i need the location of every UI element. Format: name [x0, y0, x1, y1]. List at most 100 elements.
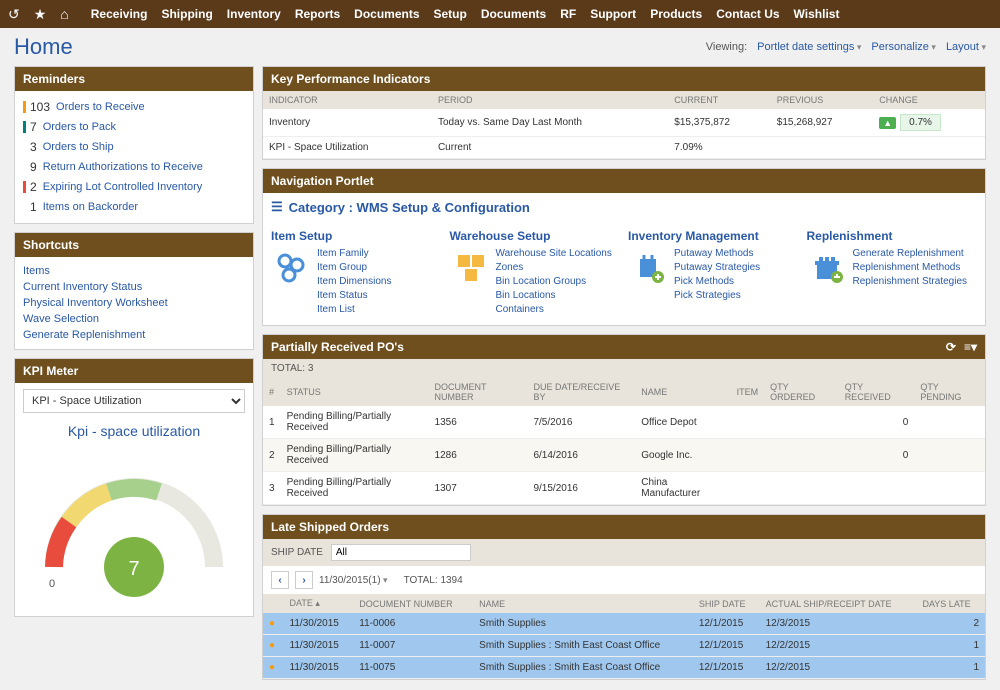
nav-link[interactable]: Pick Strategies	[674, 289, 760, 303]
refresh-icon[interactable]: ⟳	[946, 340, 956, 354]
nav-link[interactable]: Item Dimensions	[317, 275, 391, 289]
reminder-link[interactable]: Orders to Ship	[43, 141, 114, 153]
reminders-header: Reminders	[15, 67, 253, 91]
nav-link[interactable]: Warehouse Site Locations	[496, 247, 612, 261]
nav-link[interactable]: Bin Locations	[496, 289, 612, 303]
nav-link[interactable]: Bin Location Groups	[496, 275, 612, 289]
nav-link[interactable]: Generate Replenishment	[853, 247, 968, 261]
nav-link[interactable]: Item Status	[317, 289, 391, 303]
nav-col-icon	[807, 247, 847, 287]
nav-link[interactable]: Pick Methods	[674, 275, 760, 289]
home-icon[interactable]: ⌂	[60, 6, 68, 22]
nav-setup[interactable]: Setup	[434, 7, 467, 21]
ship-date-input[interactable]	[331, 544, 471, 561]
nav-link[interactable]: Putaway Strategies	[674, 261, 760, 275]
table-row[interactable]: 2Pending Billing/Partially Received12866…	[263, 439, 985, 472]
personalize-link[interactable]: Personalize	[871, 41, 936, 53]
nav-link[interactable]: Zones	[496, 261, 612, 275]
nav-shipping[interactable]: Shipping	[161, 7, 212, 21]
nav-col-head[interactable]: Warehouse Setup	[450, 229, 621, 243]
nav-col-head[interactable]: Replenishment	[807, 229, 978, 243]
nav-col: Warehouse Setup Warehouse Site LocationsZ…	[450, 229, 621, 317]
reminder-item[interactable]: 103Orders to Receive	[23, 97, 245, 117]
nav-documents[interactable]: Documents	[354, 7, 419, 21]
nav-link[interactable]: Replenishment Methods	[853, 261, 968, 275]
reminder-bar	[23, 201, 26, 213]
nav-products[interactable]: Products	[650, 7, 702, 21]
topbar-nav: Receiving Shipping Inventory Reports Documen…	[91, 7, 840, 21]
table-row[interactable]: 3Pending Billing/Partially Received13079…	[263, 472, 985, 505]
shortcuts-panel: Shortcuts ItemsCurrent Inventory StatusP…	[14, 232, 254, 350]
nav-portlet-header: Navigation Portlet	[263, 169, 985, 193]
nav-col-icon	[450, 247, 490, 287]
arrow-up-icon: ▲	[879, 117, 896, 129]
svg-text:0: 0	[49, 578, 55, 590]
table-row[interactable]: ●11/30/201511-0075Smith Supplies : Smith…	[263, 657, 985, 679]
page-header: Home Viewing: Portlet date settings Pers…	[0, 28, 1000, 66]
gauge: Kpi - space utilization 7 0	[23, 413, 245, 610]
warning-icon: ●	[269, 618, 275, 629]
shortcut-link[interactable]: Wave Selection	[23, 311, 245, 327]
portlet-date-settings-link[interactable]: Portlet date settings	[757, 41, 861, 53]
nav-contact-us[interactable]: Contact Us	[716, 7, 779, 21]
table-row[interactable]: ●11/30/201511-0006Smith Supplies12/1/201…	[263, 613, 985, 635]
viewing-label: Viewing:	[706, 41, 747, 53]
shortcut-link[interactable]: Current Inventory Status	[23, 279, 245, 295]
nav-col-icon	[628, 247, 668, 287]
late-panel: Late Shipped Orders SHIP DATE ‹ › 11/30/…	[262, 514, 986, 680]
shortcut-link[interactable]: Physical Inventory Worksheet	[23, 295, 245, 311]
warning-icon: ●	[269, 662, 275, 673]
pager-prev[interactable]: ‹	[271, 571, 289, 589]
reminder-bar	[23, 181, 26, 193]
nav-documents[interactable]: Documents	[481, 7, 546, 21]
nav-rf[interactable]: RF	[560, 7, 576, 21]
shortcut-link[interactable]: Items	[23, 263, 245, 279]
table-row[interactable]: 1Pending Billing/Partially Received13567…	[263, 406, 985, 439]
reminder-item[interactable]: 7Orders to Pack	[23, 117, 245, 137]
nav-col-head[interactable]: Inventory Management	[628, 229, 799, 243]
kpi-meter-panel: KPI Meter KPI - Space Utilization Kpi - …	[14, 358, 254, 617]
warning-icon: ●	[269, 640, 275, 651]
nav-receiving[interactable]: Receiving	[91, 7, 148, 21]
layout-link[interactable]: Layout	[946, 41, 986, 53]
kpi-select[interactable]: KPI - Space Utilization	[23, 389, 245, 413]
reminder-link[interactable]: Orders to Pack	[43, 121, 116, 133]
nav-category[interactable]: ☰ Category : WMS Setup & Configuration	[263, 193, 985, 221]
kpi-row[interactable]: KPI - Space UtilizationCurrent7.09%	[263, 137, 985, 159]
kpi-table: INDICATORPERIODCURRENTPREVIOUSCHANGEInve…	[263, 91, 985, 159]
nav-link[interactable]: Containers	[496, 303, 612, 317]
table-row[interactable]: ●11/30/201511-0007Smith Supplies : Smith…	[263, 635, 985, 657]
reminder-item[interactable]: 2Expiring Lot Controlled Inventory	[23, 177, 245, 197]
po-panel: Partially Received PO's ⟳ ≡▾ TOTAL: 3 #S…	[262, 334, 986, 506]
nav-link[interactable]: Replenishment Strategies	[853, 275, 968, 289]
nav-inventory[interactable]: Inventory	[227, 7, 281, 21]
kpi-meter-header: KPI Meter	[15, 359, 253, 383]
star-icon[interactable]: ★	[34, 6, 47, 23]
nav-link[interactable]: Putaway Methods	[674, 247, 760, 261]
reminder-item[interactable]: 9Return Authorizations to Receive	[23, 157, 245, 177]
reminder-link[interactable]: Expiring Lot Controlled Inventory	[43, 181, 203, 193]
menu-icon[interactable]: ≡▾	[964, 340, 977, 354]
nav-link[interactable]: Item Family	[317, 247, 391, 261]
header-actions: Viewing: Portlet date settings Personali…	[706, 41, 986, 53]
nav-support[interactable]: Support	[590, 7, 636, 21]
reminder-link[interactable]: Items on Backorder	[43, 201, 138, 213]
pager-next[interactable]: ›	[295, 571, 313, 589]
reminder-item[interactable]: 3Orders to Ship	[23, 137, 245, 157]
history-icon[interactable]: ↺	[8, 6, 20, 23]
reminder-link[interactable]: Orders to Receive	[56, 101, 145, 113]
shortcut-link[interactable]: Generate Replenishment	[23, 327, 245, 343]
kpi-row[interactable]: InventoryToday vs. Same Day Last Month$1…	[263, 109, 985, 137]
nav-link[interactable]: Item List	[317, 303, 391, 317]
reminder-item[interactable]: 1Items on Backorder	[23, 197, 245, 217]
po-header: Partially Received PO's ⟳ ≡▾	[263, 335, 985, 359]
gauge-value: 7	[128, 558, 139, 580]
gauge-svg: 7 0	[29, 447, 239, 597]
nav-wishlist[interactable]: Wishlist	[794, 7, 840, 21]
po-table: #STATUSDOCUMENT NUMBERDUE DATE/RECEIVE B…	[263, 378, 985, 505]
nav-link[interactable]: Item Group	[317, 261, 391, 275]
reminder-link[interactable]: Return Authorizations to Receive	[43, 161, 203, 173]
nav-reports[interactable]: Reports	[295, 7, 340, 21]
nav-col: Inventory Management Putaway MethodsPutaw…	[628, 229, 799, 317]
nav-col-head[interactable]: Item Setup	[271, 229, 442, 243]
